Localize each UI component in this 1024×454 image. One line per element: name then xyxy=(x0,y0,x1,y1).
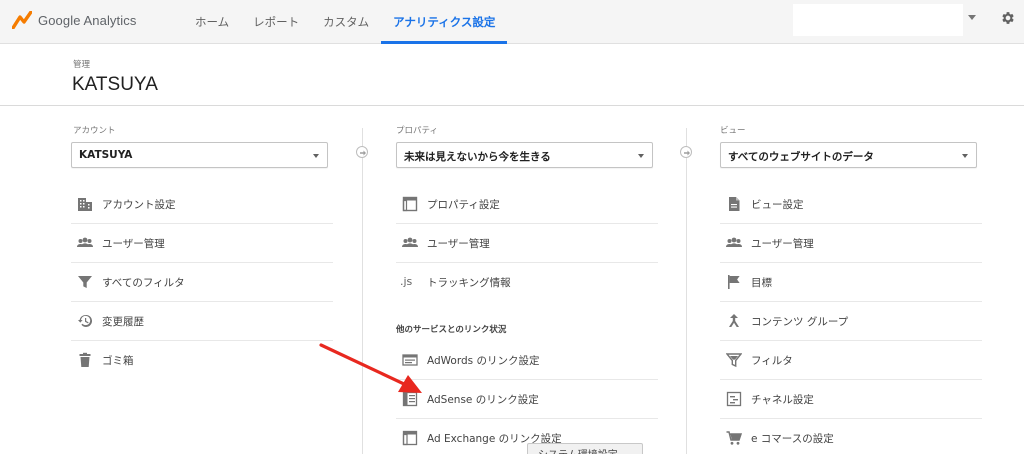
column-divider xyxy=(362,128,363,454)
menu-item-label: ユーザー管理 xyxy=(751,238,814,250)
history-icon xyxy=(78,314,93,327)
system-preferences-tooltip: システム環境設定 xyxy=(527,443,643,454)
filter-icon xyxy=(78,276,92,288)
menu-item-all-filters[interactable]: すべてのフィルタ xyxy=(71,263,333,302)
menu-item-view-filters[interactable]: フィルタ xyxy=(720,341,982,380)
red-arrow-annotation xyxy=(319,343,422,393)
menu-item-property-settings[interactable]: プロパティ設定 xyxy=(396,185,658,224)
menu-item-label: ゴミ箱 xyxy=(102,355,134,367)
menu-item-goals[interactable]: 目標 xyxy=(720,263,982,302)
view-selector[interactable]: すべてのウェブサイトのデータ xyxy=(720,142,977,168)
account-column: アカウント KATSUYA アカウント設定 ユーザー管理 すべてのフィルタ 変更… xyxy=(71,106,333,454)
tab-reports[interactable]: レポート xyxy=(241,0,311,44)
adexchange-icon xyxy=(402,430,418,446)
column-divider xyxy=(686,128,687,454)
menu-item-view-settings[interactable]: ビュー設定 xyxy=(720,185,982,224)
account-switcher[interactable] xyxy=(793,4,963,36)
menu-item-label: アカウント設定 xyxy=(102,199,176,211)
menu-item-adsense-linking[interactable]: AdSense のリンク設定 xyxy=(396,380,658,419)
breadcrumb[interactable]: 管理 xyxy=(73,58,90,70)
menu-item-content-grouping[interactable]: コンテンツ グループ xyxy=(720,302,982,341)
menu-item-channel-settings[interactable]: チャネル設定 xyxy=(720,380,982,419)
content-group-icon xyxy=(729,314,739,327)
logo-text: Google Analytics xyxy=(38,12,137,28)
arrow-right-icon xyxy=(356,146,368,158)
menu-item-label: すべてのフィルタ xyxy=(102,277,185,289)
arrow-right-icon xyxy=(680,146,692,158)
menu-item-label: AdSense のリンク設定 xyxy=(427,394,539,406)
view-selector-value: すべてのウェブサイトのデータ xyxy=(728,151,874,163)
chevron-down-icon xyxy=(313,154,319,158)
menu-item-label: フィルタ xyxy=(751,355,793,367)
chevron-down-icon[interactable] xyxy=(968,15,976,20)
view-column-label: ビュー xyxy=(720,126,746,136)
filter-icon xyxy=(726,353,742,368)
menu-item-property-users[interactable]: ユーザー管理 xyxy=(396,224,658,263)
chevron-down-icon xyxy=(638,154,644,158)
menu-item-label: プロパティ設定 xyxy=(427,199,500,211)
menu-item-label: ユーザー管理 xyxy=(102,238,165,250)
account-selector-value: KATSUYA xyxy=(79,149,133,161)
tab-home[interactable]: ホーム xyxy=(183,0,241,44)
menu-item-label: 変更履歴 xyxy=(102,316,144,328)
menu-item-trash[interactable]: ゴミ箱 xyxy=(71,341,333,380)
users-icon xyxy=(77,237,93,247)
admin-header: 管理 KATSUYA xyxy=(0,44,1024,106)
menu-item-adwords-linking[interactable]: AdWords のリンク設定 xyxy=(396,341,658,380)
flag-icon xyxy=(728,275,740,289)
tab-admin[interactable]: アナリティクス設定 xyxy=(381,0,508,44)
account-column-label: アカウント xyxy=(73,126,116,136)
document-icon xyxy=(729,197,740,211)
google-analytics-logo[interactable]: Google Analytics xyxy=(12,9,136,31)
linking-section-label: 他のサービスとのリンク状況 xyxy=(396,325,507,335)
tab-custom[interactable]: カスタム xyxy=(311,0,381,44)
building-icon xyxy=(78,198,92,211)
menu-item-view-users[interactable]: ユーザー管理 xyxy=(720,224,982,263)
view-column: ビュー すべてのウェブサイトのデータ ビュー設定 ユーザー管理 目標 コンテンツ… xyxy=(720,106,982,454)
cart-icon xyxy=(726,431,742,445)
menu-item-label: e コマースの設定 xyxy=(751,433,834,445)
menu-item-change-history[interactable]: 変更履歴 xyxy=(71,302,333,341)
menu-item-label: トラッキング情報 xyxy=(427,277,511,289)
users-icon xyxy=(402,237,418,247)
property-selector[interactable]: 未来は見えないから今を生きる xyxy=(396,142,653,168)
menu-item-tracking-info[interactable]: .js トラッキング情報 xyxy=(396,263,658,302)
main-nav: ホーム レポート カスタム アナリティクス設定 xyxy=(183,0,508,44)
menu-item-label: ビュー設定 xyxy=(751,199,804,211)
top-bar: Google Analytics ホーム レポート カスタム アナリティクス設定 xyxy=(0,0,1024,44)
account-selector[interactable]: KATSUYA xyxy=(71,142,328,168)
menu-item-ecommerce-settings[interactable]: e コマースの設定 xyxy=(720,419,982,454)
trash-icon xyxy=(79,352,91,367)
page-title: KATSUYA xyxy=(72,74,158,95)
js-icon: .js xyxy=(400,275,413,288)
menu-item-account-users[interactable]: ユーザー管理 xyxy=(71,224,333,263)
property-column-label: プロパティ xyxy=(396,126,438,136)
menu-item-label: ユーザー管理 xyxy=(427,238,490,250)
chevron-down-icon xyxy=(962,154,968,158)
property-selector-value: 未来は見えないから今を生きる xyxy=(404,151,551,163)
menu-item-label: チャネル設定 xyxy=(751,394,814,406)
menu-item-account-settings[interactable]: アカウント設定 xyxy=(71,185,333,224)
analytics-logo-icon xyxy=(12,11,32,29)
users-icon xyxy=(726,237,742,247)
menu-item-label: AdWords のリンク設定 xyxy=(427,355,540,367)
menu-item-label: コンテンツ グループ xyxy=(751,316,849,328)
channel-icon xyxy=(726,391,742,407)
gear-icon[interactable] xyxy=(1000,10,1016,26)
menu-item-label: 目標 xyxy=(751,277,772,289)
property-column: プロパティ 未来は見えないから今を生きる プロパティ設定 ユーザー管理 .js … xyxy=(396,106,658,454)
property-icon xyxy=(402,196,418,212)
